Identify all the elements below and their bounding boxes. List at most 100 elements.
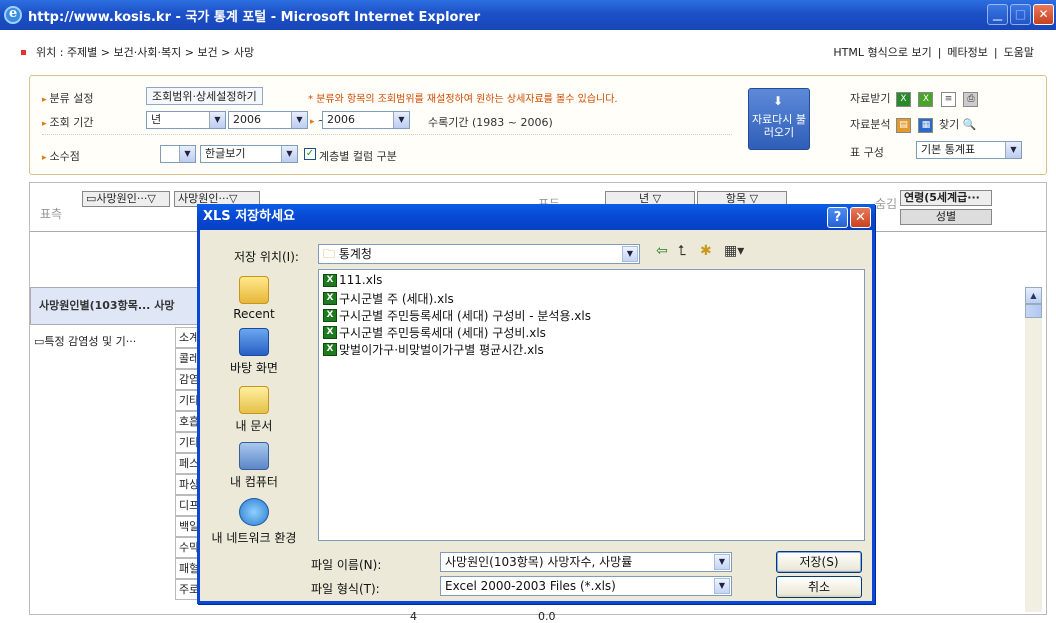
text-icon[interactable]: ≡ <box>940 91 956 107</box>
print-icon[interactable]: ⎙ <box>963 91 979 107</box>
hidden-axis-label: 숨김 <box>875 197 898 211</box>
period-from-select[interactable]: 2006 ▼ <box>228 111 308 129</box>
chevron-down-icon: ▼ <box>714 554 730 570</box>
decimal-select[interactable]: ▼ <box>160 145 196 163</box>
grid-header-2: 사망 <box>154 299 175 312</box>
hidden-chip-age[interactable]: 연령(5세계급··· <box>900 190 992 206</box>
reload-button[interactable]: ⬇ 자료다시 불러오기 <box>748 88 810 150</box>
save-in-combo[interactable]: 🗀 통계청 ▼ <box>318 244 640 264</box>
minimize-icon[interactable]: ▁ <box>987 4 1008 25</box>
filename-combo[interactable]: 사망원인(103항목) 사망자수, 사망률 ▼ <box>440 552 732 572</box>
html-view-link[interactable]: HTML 형식으로 보기 <box>833 44 931 60</box>
chevron-down-icon: ▼ <box>393 112 409 128</box>
save-button[interactable]: 저장(S) <box>776 551 862 573</box>
save-dialog: XLS 저장하세요 ? ✕ 저장 위치(I): 🗀 통계청 ▼ ⇦ ⮤ ✱ ▦▾… <box>197 204 875 604</box>
folder-icon: 🗀 <box>323 247 336 261</box>
classify-button[interactable]: 조회범위·상세설정하기 <box>146 87 263 105</box>
top-links: HTML 형식으로 보기 | 메타정보 | 도움말 <box>833 44 1034 60</box>
filetype-combo[interactable]: Excel 2000-2003 Files (*.xls) ▼ <box>440 576 732 596</box>
help-icon[interactable]: ? <box>827 207 848 228</box>
window-title: http://www.kosis.kr - 국가 통계 포털 - Microso… <box>28 9 481 25</box>
file-item[interactable]: X 구시군별 주민등록세대 (세대) 구성비 - 분석용.xls <box>323 307 591 324</box>
breadcrumb-text: 위치 : 주제별 > 보건·사회·복지 > 보건 > 사망 <box>36 46 255 59</box>
period-from-value: 2006 <box>233 113 261 126</box>
last-value-1: 4 <box>410 610 417 623</box>
scroll-thumb[interactable] <box>1025 304 1042 318</box>
chevron-down-icon: ▼ <box>622 246 638 262</box>
period-to-select[interactable]: 2006 ▼ <box>322 111 410 129</box>
excel-file-icon: X <box>323 326 337 339</box>
file-item[interactable]: X 맞벌이가구·비맞벌이가구별 평균시간.xls <box>323 341 544 358</box>
excel-file-icon: X <box>323 343 337 356</box>
row-axis-label: 표측 <box>40 207 63 221</box>
download-label: 자료받기 <box>850 92 891 105</box>
row-chip-1[interactable]: ▭사망원인···▽ <box>82 191 170 207</box>
ie-icon <box>4 6 22 24</box>
view-mode-select[interactable]: 한글보기 ▼ <box>200 145 298 163</box>
settings-panel: 분류 설정 조회범위·상세설정하기 * 분류와 항목의 조회범위를 재설정하여 … <box>29 75 1047 175</box>
place-recent[interactable]: Recent <box>204 276 304 321</box>
desktop-icon <box>239 328 269 356</box>
filetype-label: 파일 형식(T): <box>311 582 380 596</box>
csv-icon[interactable]: X <box>918 91 934 107</box>
table-struct-label: 표 구성 <box>850 146 884 159</box>
period-unit-select[interactable]: 년 ▼ <box>146 111 226 129</box>
help-link[interactable]: 도움말 <box>1004 44 1034 60</box>
new-folder-icon[interactable]: ✱ <box>700 243 712 259</box>
group-row[interactable]: ▭특정 감염성 및 기··· <box>34 333 136 349</box>
file-item[interactable]: X 111.xls <box>323 273 382 287</box>
save-in-value: 통계청 <box>338 247 372 261</box>
classify-label: 분류 설정 <box>42 90 94 106</box>
chevron-down-icon: ▼ <box>714 578 730 594</box>
place-my-computer[interactable]: 내 컴퓨터 <box>204 442 304 490</box>
hier-checkbox-label: 계층별 컬럼 구분 <box>319 150 397 163</box>
search-icon[interactable]: 🔍 <box>963 118 977 131</box>
reload-label: 자료다시 불러오기 <box>751 113 807 139</box>
graph-icon[interactable]: ▦ <box>918 117 934 133</box>
view-menu-icon[interactable]: ▦▾ <box>724 243 744 259</box>
collect-period: 수록기간 (1983 ~ 2006) <box>428 116 553 129</box>
excel-file-icon: X <box>323 309 337 322</box>
close-icon[interactable]: ✕ <box>850 207 871 228</box>
separator: | <box>937 45 942 59</box>
last-value-2: 0.0 <box>538 610 556 623</box>
decimal-label: 소수점 <box>42 148 80 164</box>
filetype-value: Excel 2000-2003 Files (*.xls) <box>445 579 616 593</box>
chevron-down-icon: ▼ <box>209 112 225 128</box>
chevron-down-icon: ▼ <box>179 146 195 162</box>
chevron-down-icon: ▼ <box>1005 142 1021 158</box>
cancel-button[interactable]: 취소 <box>776 576 862 598</box>
back-icon[interactable]: ⇦ <box>656 243 668 259</box>
file-item[interactable]: X 구시군별 주 (세대).xls <box>323 290 454 307</box>
vertical-scrollbar[interactable]: ▲ <box>1025 287 1042 612</box>
find-link[interactable]: 찾기 <box>939 118 959 131</box>
maximize-icon[interactable]: □ <box>1010 4 1031 25</box>
file-list[interactable]: X 111.xls X 구시군별 주 (세대).xls X 구시군별 주민등록세대 (… <box>318 269 865 541</box>
close-icon[interactable]: ✕ <box>1033 4 1054 25</box>
meta-link[interactable]: 메타정보 <box>947 44 987 60</box>
breadcrumb: 위치 : 주제별 > 보건·사회·복지 > 보건 > 사망 <box>21 44 254 60</box>
place-desktop[interactable]: 바탕 화면 <box>204 328 304 376</box>
up-folder-icon[interactable]: ⮤ <box>678 243 686 259</box>
chart-icon[interactable]: ▤ <box>895 117 911 133</box>
hier-checkbox[interactable]: ✓ <box>304 148 316 160</box>
table-struct-value: 기본 통계표 <box>921 143 976 156</box>
file-item[interactable]: X 구시군별 주민등록세대 (세대) 구성비.xls <box>323 324 546 341</box>
chevron-down-icon: ▼ <box>291 112 307 128</box>
places-bar: Recent 바탕 화면 내 문서 내 컴퓨터 내 네트워크 환경 <box>204 274 304 545</box>
place-my-documents[interactable]: 내 문서 <box>204 386 304 434</box>
analysis-row: 자료분석 ▤ ▦ 찾기 🔍 <box>850 116 976 133</box>
grid-header[interactable]: 사망원인별(103항목... 사망 <box>30 287 220 325</box>
table-struct-select[interactable]: 기본 통계표 ▼ <box>916 141 1022 159</box>
place-network[interactable]: 내 네트워크 환경 <box>204 498 304 546</box>
excel-file-icon: X <box>323 273 337 287</box>
period-to-value: 2006 <box>327 113 355 126</box>
network-icon <box>239 498 269 526</box>
period-label: 조회 기간 <box>42 114 94 130</box>
scroll-up-icon[interactable]: ▲ <box>1025 287 1042 304</box>
window-titlebar: http://www.kosis.kr - 국가 통계 포털 - Microso… <box>0 0 1056 30</box>
download-row: 자료받기 X X ≡ ⎙ <box>850 90 980 107</box>
chevron-down-icon: ▼ <box>281 146 297 162</box>
excel-icon[interactable]: X <box>895 91 911 107</box>
hidden-chip-sex[interactable]: 성별 <box>900 209 992 225</box>
